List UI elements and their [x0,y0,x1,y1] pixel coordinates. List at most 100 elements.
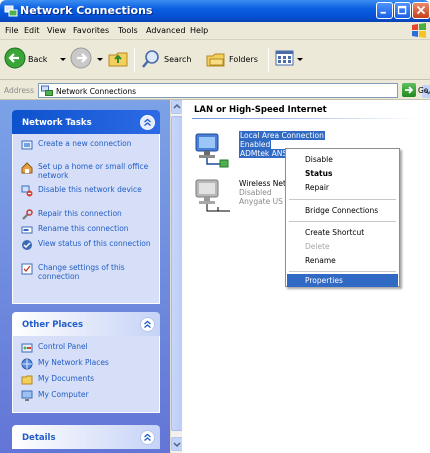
menu-item-bridge-connections[interactable]: Bridge Connections [287,204,398,217]
back-arrow-icon [4,47,26,69]
back-button[interactable]: Back [4,46,66,72]
up-folder-button[interactable] [107,46,131,72]
search-icon [142,50,159,68]
task-change-settings[interactable]: Change settings of this connection [21,263,155,283]
address-value: Network Connections [56,87,137,96]
minimize-button[interactable] [376,2,393,19]
close-button[interactable] [412,2,430,19]
menu-item-disable[interactable]: Disable [287,153,398,166]
details-title: Details [22,433,56,443]
forward-arrow-icon [70,47,92,69]
task-view-status[interactable]: View status of this connection [21,239,155,259]
task-disable-device[interactable]: Disable this network device [21,185,155,205]
connection-device: ADMtek ANS [239,149,289,158]
collapse-button[interactable] [140,115,155,130]
menu-favorites[interactable]: Favorites [73,26,109,35]
menu-item-create-shortcut[interactable]: Create Shortcut [287,226,398,239]
new-connection-icon [21,140,33,150]
repair-icon [22,209,33,220]
menu-file[interactable]: File [5,26,18,35]
other-places-list: Control Panel My Network Places My Docum… [12,336,160,413]
task-label: Set up a home or small office network [38,162,149,180]
folders-icon [206,53,225,67]
group-title: LAN or High-Speed Internet [194,105,327,115]
collapse-button[interactable] [140,317,155,332]
settings-icon [21,263,33,275]
address-bar: Address Network Connections Go [0,80,430,100]
go-button[interactable] [402,83,416,97]
place-my-computer[interactable]: My Computer [21,390,155,402]
forward-button[interactable] [70,46,104,72]
group-divider [192,118,418,119]
context-menu: Disable Status Repair Bridge Connections… [285,148,400,287]
arrow-up-icon [173,103,181,109]
task-create-connection[interactable]: Create a new connection [21,139,155,159]
network-tasks-list: Create a new connection Set up a home or… [12,134,160,304]
menu-tools[interactable]: Tools [118,26,138,35]
menu-item-repair[interactable]: Repair [287,181,398,194]
chevron-up-icon [144,433,151,441]
toolbar: Back Search Folders [0,40,430,80]
status-icon [22,240,32,250]
address-input[interactable]: Network Connections [38,83,430,98]
views-icon [275,50,294,66]
network-tasks-panel: Network Tasks Create a new connection Se… [12,110,160,304]
details-panel: Details [12,425,160,449]
close-icon [416,5,426,15]
go-arrow-icon [405,86,414,94]
menu-view[interactable]: View [47,26,66,35]
menu-separator [289,271,396,272]
task-pane: Network Tasks Create a new connection Se… [0,100,170,453]
views-button[interactable] [275,46,307,72]
connection-name: Wireless Net [239,179,286,188]
chevron-up-icon [144,118,151,126]
address-label: Address [4,86,34,95]
connection-device: Anygate US [239,197,283,206]
menu-item-rename[interactable]: Rename [287,254,398,267]
menu-advanced[interactable]: Advanced [146,26,186,35]
search-button[interactable]: Search [140,46,202,72]
lan-connection-icon [195,133,229,168]
task-label: Repair this connection [38,209,122,218]
task-pane-scrollbar[interactable] [170,100,183,453]
network-tasks-header[interactable]: Network Tasks [12,110,160,134]
expand-button[interactable] [140,430,155,445]
menu-help[interactable]: Help [190,26,208,35]
network-tasks-title: Network Tasks [22,118,92,128]
folders-button[interactable]: Folders [205,46,265,72]
network-connections-icon [41,85,53,96]
rename-icon [21,226,33,234]
place-my-network-places[interactable]: My Network Places [21,358,155,370]
place-label: My Network Places [38,358,109,367]
maximize-button[interactable] [394,2,411,19]
maximize-icon [397,5,407,15]
task-repair-connection[interactable]: Repair this connection [21,209,155,221]
menu-item-label: Bridge Connections [305,206,379,215]
task-rename-connection[interactable]: Rename this connection [21,224,155,236]
other-places-panel: Other Places Control Panel My Network Pl… [12,312,160,413]
home-network-icon [21,162,33,174]
other-places-title: Other Places [22,320,83,330]
menu-bar: File Edit View Favorites Tools Advanced … [0,22,430,40]
computer-icon [21,390,33,401]
menu-item-properties[interactable]: Properties [287,274,398,287]
task-label: Disable this network device [38,185,142,194]
back-dropdown-icon [60,58,66,61]
details-header[interactable]: Details [12,425,160,449]
views-dropdown-icon [297,58,303,61]
forward-dropdown-icon [97,58,103,61]
wireless-connection-icon [195,179,230,212]
menu-item-status[interactable]: Status [287,167,398,180]
place-my-documents[interactable]: My Documents [21,374,155,386]
go-label[interactable]: Go [418,86,428,95]
toolbar-separator [134,48,135,72]
other-places-header[interactable]: Other Places [12,312,160,336]
menu-item-delete: Delete [287,240,398,253]
task-label: View status of this connection [38,239,151,248]
connection-status: Disabled [239,188,272,197]
place-control-panel[interactable]: Control Panel [21,342,155,354]
task-label: Rename this connection [38,224,129,233]
task-home-network[interactable]: Set up a home or small office network [21,162,155,182]
menu-item-label: Create Shortcut [305,228,365,237]
menu-edit[interactable]: Edit [24,26,40,35]
